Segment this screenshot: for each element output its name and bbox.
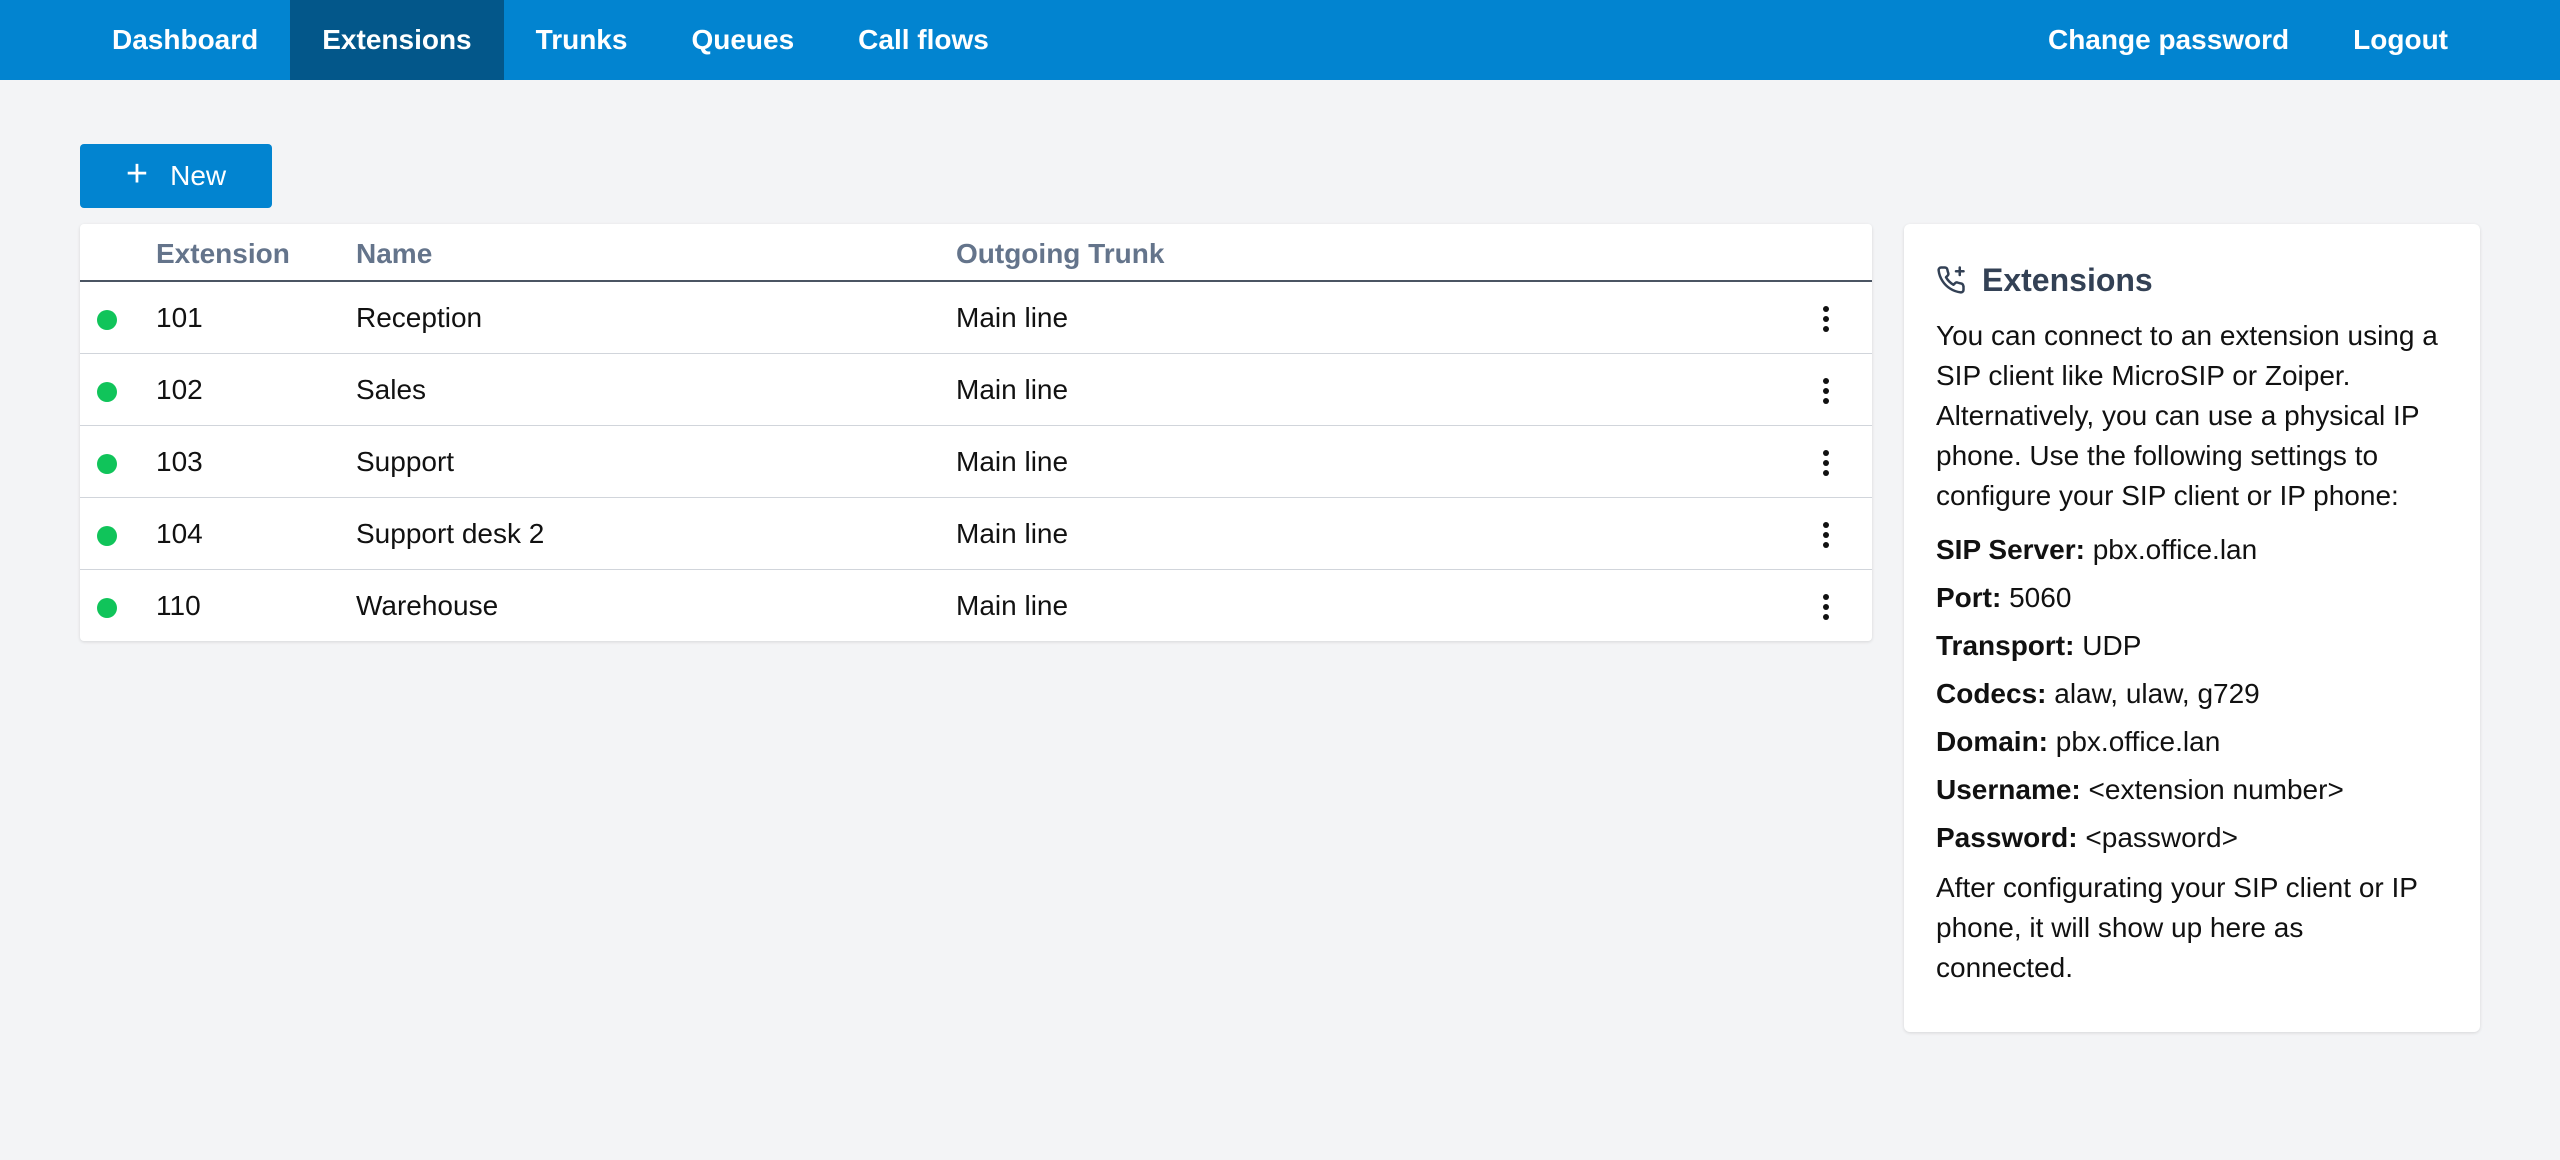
info-panel-intro: You can connect to an extension using a … [1936, 320, 2438, 511]
cell-outgoing-trunk: Main line [956, 374, 1069, 405]
nav-item-extensions[interactable]: Extensions [290, 0, 504, 80]
status-indicator [97, 526, 117, 546]
account-nav: Change password Logout [2016, 0, 2480, 80]
status-indicator [97, 598, 117, 618]
sip-setting: Transport: UDP [1936, 622, 2448, 670]
sip-setting: Codecs: alaw, ulaw, g729 [1936, 670, 2448, 718]
sip-settings-list: SIP Server: pbx.office.lan Port: 5060 Tran… [1936, 526, 2448, 862]
cell-outgoing-trunk: Main line [956, 518, 1069, 549]
setting-label: Username: [1936, 774, 2081, 805]
setting-label: Codecs: [1936, 678, 2047, 709]
setting-value: <password> [2085, 822, 2238, 853]
setting-label: Port: [1936, 582, 2002, 613]
nav-item-logout[interactable]: Logout [2321, 0, 2480, 80]
status-indicator [97, 382, 117, 402]
table-row[interactable]: 103 Support Main line [80, 426, 1872, 498]
cell-name: Reception [356, 302, 483, 333]
cell-extension: 103 [156, 446, 203, 477]
table-body: 101 Reception Main line 102 Sales Main l… [80, 282, 1872, 642]
top-navigation-bar: Dashboard Extensions Trunks Queues Call … [0, 0, 2560, 80]
cell-extension: 101 [156, 302, 203, 333]
cell-extension: 102 [156, 374, 203, 405]
setting-value: 5060 [2009, 582, 2072, 613]
column-header-extension[interactable]: Extension [156, 238, 290, 270]
info-panel-title: Extensions [1982, 261, 2153, 298]
info-panel-header: Extensions [1936, 260, 2448, 300]
more-options-icon[interactable] [1818, 592, 1834, 622]
sip-setting: Username: <extension number> [1936, 766, 2448, 814]
column-header-name[interactable]: Name [356, 238, 432, 270]
table-header: Extension Name Outgoing Trunk [80, 224, 1872, 282]
cell-outgoing-trunk: Main line [956, 590, 1069, 621]
table-row[interactable]: 104 Support desk 2 Main line [80, 498, 1872, 570]
setting-value: pbx.office.lan [2055, 726, 2221, 757]
info-panel-outro: After configurating your SIP client or I… [1936, 872, 2418, 983]
primary-nav: Dashboard Extensions Trunks Queues Call … [80, 0, 1021, 80]
cell-outgoing-trunk: Main line [956, 446, 1069, 477]
setting-label: Transport: [1936, 630, 2075, 661]
column-header-outgoing-trunk[interactable]: Outgoing Trunk [956, 238, 1164, 270]
new-button-label: New [170, 160, 227, 191]
setting-label: SIP Server: [1936, 534, 2085, 565]
more-options-icon[interactable] [1818, 304, 1834, 334]
table-row[interactable]: 101 Reception Main line [80, 282, 1872, 354]
setting-label: Password: [1936, 822, 2078, 853]
nav-item-queues[interactable]: Queues [659, 0, 826, 80]
sip-setting: Password: <password> [1936, 814, 2448, 862]
cell-name: Warehouse [356, 590, 499, 621]
setting-value: UDP [2082, 630, 2142, 661]
table-row[interactable]: 110 Warehouse Main line [80, 570, 1872, 642]
status-indicator [97, 310, 117, 330]
nav-item-trunks[interactable]: Trunks [504, 0, 660, 80]
plus-icon: + [125, 153, 149, 195]
setting-value: alaw, ulaw, g729 [2054, 678, 2260, 709]
cell-name: Sales [356, 374, 427, 405]
more-options-icon[interactable] [1818, 520, 1834, 550]
setting-value: <extension number> [2088, 774, 2344, 805]
sip-setting: Domain: pbx.office.lan [1936, 718, 2448, 766]
nav-item-call-flows[interactable]: Call flows [826, 0, 1021, 80]
cell-extension: 104 [156, 518, 203, 549]
sip-setting: SIP Server: pbx.office.lan [1936, 526, 2448, 574]
setting-label: Domain: [1936, 726, 2048, 757]
more-options-icon[interactable] [1818, 448, 1834, 478]
phone-plus-icon [1937, 266, 1965, 294]
cell-name: Support [356, 446, 455, 477]
more-options-icon[interactable] [1818, 376, 1834, 406]
extensions-table: Extension Name Outgoing Trunk 101 Recept… [80, 224, 1872, 641]
table-row[interactable]: 102 Sales Main line [80, 354, 1872, 426]
extensions-info-panel: Extensions You can connect to an extensi… [1904, 224, 2480, 1032]
status-indicator [97, 454, 117, 474]
setting-value: pbx.office.lan [2092, 534, 2258, 565]
nav-item-dashboard[interactable]: Dashboard [80, 0, 290, 80]
cell-extension: 110 [156, 590, 201, 621]
cell-name: Support desk 2 [356, 518, 545, 549]
new-extension-button[interactable]: + New [80, 144, 272, 208]
sip-setting: Port: 5060 [1936, 574, 2448, 622]
nav-item-change-password[interactable]: Change password [2016, 0, 2321, 80]
cell-outgoing-trunk: Main line [956, 302, 1069, 333]
